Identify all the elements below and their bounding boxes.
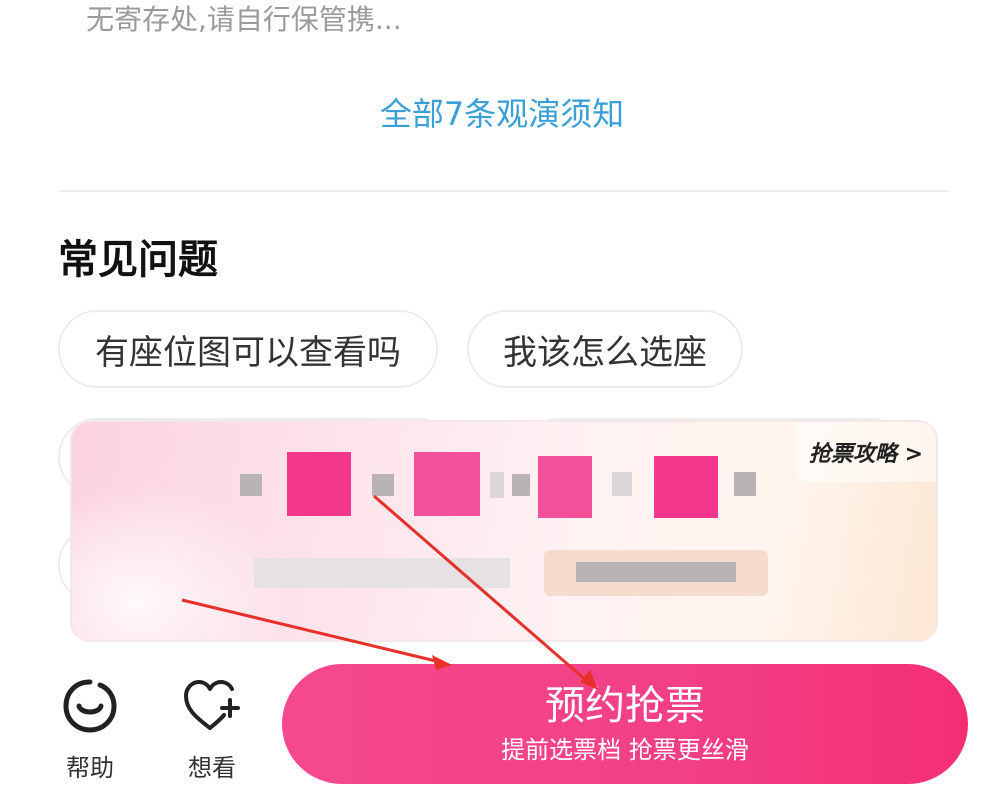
obscured-content	[512, 474, 530, 496]
cta-main-label: 预约抢票	[545, 683, 705, 729]
obscured-content	[287, 452, 351, 516]
obscured-content	[254, 558, 510, 588]
help-button[interactable]: 帮助	[50, 676, 130, 783]
cta-sub-label: 提前选票档 抢票更丝滑	[501, 736, 749, 764]
promo-strategy-tag[interactable]: 抢票攻略 >	[796, 422, 936, 482]
obscured-content	[240, 474, 262, 496]
obscured-content	[734, 472, 756, 496]
notice-truncated-text: 无寄存处,请自行保管携...	[86, 3, 402, 36]
reserve-ticket-button[interactable]: 预约抢票 提前选票档 抢票更丝滑	[282, 664, 968, 784]
ticket-strategy-promo[interactable]: 抢票攻略 >	[72, 422, 936, 640]
smile-face-icon	[63, 679, 117, 733]
obscured-content	[654, 456, 718, 518]
heart-plus-icon	[184, 680, 240, 730]
obscured-content	[576, 562, 736, 582]
section-divider	[58, 190, 950, 192]
want-label: 想看	[188, 754, 236, 782]
obscured-content	[414, 452, 480, 516]
obscured-content	[490, 472, 504, 498]
obscured-content	[538, 456, 592, 518]
want-to-see-button[interactable]: 想看	[172, 676, 252, 783]
help-label: 帮助	[66, 754, 114, 782]
faq-chip-choose-seat[interactable]: 我该怎么选座	[467, 310, 743, 388]
obscured-content	[372, 474, 394, 496]
promo-tag-label: 抢票攻略 >	[808, 442, 924, 467]
faq-title: 常见问题	[58, 237, 218, 283]
faq-chip-seat-map[interactable]: 有座位图可以查看吗	[58, 310, 438, 388]
all-notices-link[interactable]: 全部7条观演须知	[0, 92, 1004, 136]
obscured-content	[612, 472, 632, 496]
